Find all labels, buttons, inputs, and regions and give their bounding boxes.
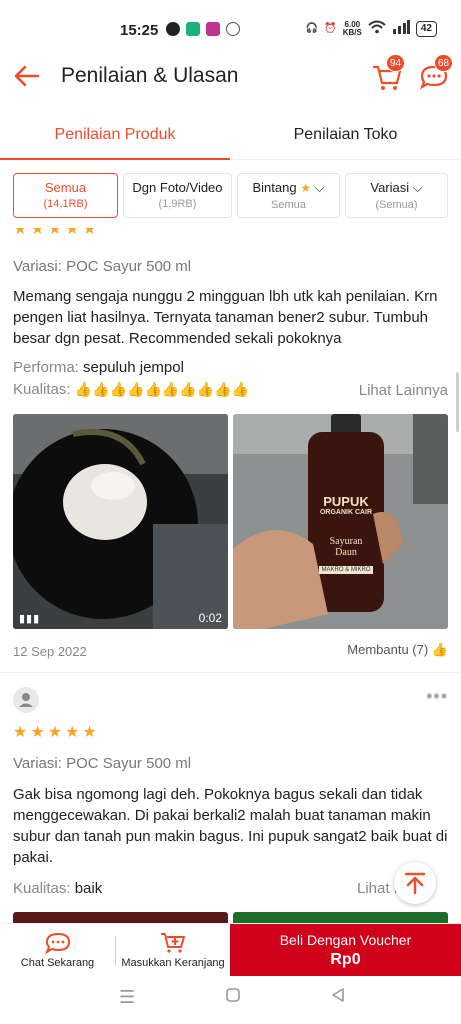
filter-all[interactable]: Semua (14,1RB) <box>13 173 118 218</box>
back-nav-icon[interactable] <box>330 987 346 1008</box>
review-kualitas: Kualitas: baik <box>13 880 103 897</box>
tab-shop-reviews[interactable]: Penilaian Toko <box>230 112 461 160</box>
review-filters: Semua (14,1RB) Dgn Foto/Video (1,9RB) Bi… <box>13 173 448 219</box>
wifi-icon <box>368 20 386 37</box>
bottom-action-bar: Chat Sekarang Masukkan Keranjang Beli De… <box>0 923 461 976</box>
review-variant: Variasi: POC Sayur 500 ml <box>13 755 192 772</box>
star-icon: ★ <box>13 228 28 238</box>
user-avatar-icon <box>19 693 33 707</box>
play-icon: ▮▮▮ <box>19 613 41 625</box>
thumbs-up-icon: 👍 <box>431 642 448 657</box>
add-cart-icon <box>161 933 185 953</box>
chevron-down-icon: ⌵ <box>412 180 423 195</box>
star-icon: ★ <box>13 724 28 741</box>
cart-count-badge: 94 <box>386 54 406 72</box>
back-arrow-icon[interactable] <box>12 61 42 91</box>
rating-stars: ★ ★ ★ ★ ★ <box>13 228 97 238</box>
buy-with-voucher-button[interactable]: Beli Dengan Voucher Rp0 <box>230 924 461 976</box>
review-list[interactable]: ★ ★ ★ ★ ★ Variasi: POC Sayur 500 ml Memang s… <box>0 228 461 923</box>
filter-with-media[interactable]: Dgn Foto/Video (1,9RB) <box>123 173 232 218</box>
chevron-down-icon: ⌵ <box>314 180 325 195</box>
review-variant: Variasi: POC Sayur 500 ml <box>13 258 192 275</box>
avatar <box>13 687 39 713</box>
headphone-icon: 🎧 <box>305 23 319 34</box>
star-icon: ★ <box>82 228 97 238</box>
app-header: Penilaian & Ulasan 94 68 <box>0 54 461 100</box>
signal-icon <box>392 20 410 37</box>
review-performa: Performa: sepuluh jempol <box>13 359 184 376</box>
chat-button[interactable]: 68 <box>418 54 454 94</box>
add-to-cart-button[interactable]: Masukkan Keranjang <box>116 924 230 976</box>
status-time: 15:25 <box>120 22 159 39</box>
home-icon[interactable] <box>225 987 241 1008</box>
app-notification-icon <box>226 22 240 36</box>
review-tabs: Penilaian Produk Penilaian Toko <box>0 112 461 160</box>
star-icon: ★ <box>30 228 45 238</box>
system-nav-bar: ☰ <box>0 975 461 1024</box>
review-photo-thumbnail[interactable]: PUPUK ORGANIK CAIR Sayuran Daun MAKRO & … <box>233 414 448 629</box>
tab-product-reviews[interactable]: Penilaian Produk <box>0 112 230 160</box>
review-photo-thumbnail[interactable] <box>13 912 228 923</box>
filter-stars[interactable]: Bintang ★ ⌵ Semua <box>236 173 340 218</box>
app-notification-icon <box>206 22 220 36</box>
bottle-label: PUPUK ORGANIK CAIR Sayuran Daun MAKRO & … <box>319 494 373 574</box>
review-text: Memang sengaja nunggu 2 mingguan lbh utk… <box>13 288 438 347</box>
bottle-video-image <box>13 414 228 629</box>
star-icon: ★ <box>300 181 311 195</box>
star-icon: ★ <box>65 724 80 741</box>
review-divider <box>0 672 461 673</box>
video-duration: 0:02 <box>198 611 222 625</box>
see-more-link[interactable]: Lihat Lainnya <box>359 382 448 399</box>
more-options-icon[interactable]: ••• <box>426 686 448 707</box>
review-date: 12 Sep 2022 <box>13 644 87 659</box>
star-icon: ★ <box>65 228 80 238</box>
scrollbar[interactable] <box>456 372 459 432</box>
chat-count-badge: 68 <box>434 54 454 72</box>
battery-indicator: 42 <box>415 20 437 37</box>
scroll-to-top-button[interactable] <box>394 862 436 904</box>
net-speed: 6.00 KB/S <box>342 19 362 37</box>
status-bar: 15:25 🎧 ⏰ 6.00 KB/S 42 <box>0 0 461 60</box>
review-photo-thumbnail[interactable] <box>233 912 448 923</box>
recent-apps-icon[interactable]: ☰ <box>119 987 135 1008</box>
star-icon: ★ <box>82 724 97 741</box>
filter-variant[interactable]: Variasi ⌵ (Semua) <box>344 173 448 218</box>
arrow-up-icon <box>404 872 426 895</box>
star-icon: ★ <box>47 724 63 741</box>
status-right: 🎧 ⏰ 6.00 KB/S 42 <box>306 20 437 37</box>
helpful-button[interactable]: Membantu (7) 👍 <box>347 642 448 658</box>
rating-stars: ★ ★ ★ ★ ★ <box>13 725 97 741</box>
review-video-thumbnail[interactable]: ▮▮▮ 0:02 <box>13 414 228 629</box>
page-title: Penilaian & Ulasan <box>61 64 239 87</box>
chat-now-button[interactable]: Chat Sekarang <box>0 924 115 976</box>
star-icon: ★ <box>30 724 45 741</box>
cart-button[interactable]: 94 <box>370 54 406 94</box>
alarm-icon: ⏰ <box>324 23 337 34</box>
review-text: Gak bisa ngomong lagi deh. Pokoknya bagu… <box>13 786 448 866</box>
app-notification-icon <box>186 22 200 36</box>
star-icon: ★ <box>47 228 63 238</box>
notification-icons <box>166 22 240 36</box>
app-notification-icon <box>166 22 180 36</box>
review-kualitas: Kualitas: 👍👍👍👍👍👍👍👍👍👍 <box>13 381 250 398</box>
chat-icon <box>44 932 70 955</box>
